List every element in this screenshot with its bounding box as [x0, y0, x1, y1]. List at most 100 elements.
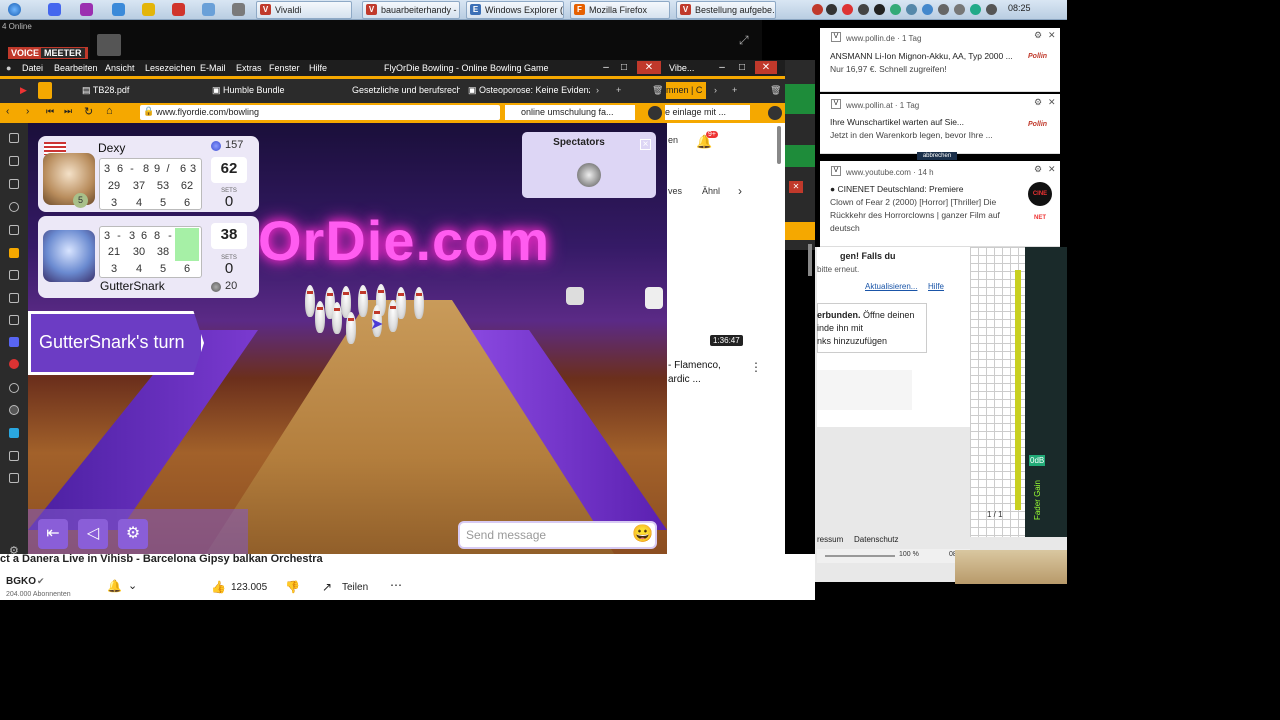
tab-osteoporose[interactable]: ▣ Osteoporose: Keine Evidenz f... [468, 82, 590, 99]
tray-icon[interactable] [890, 4, 901, 15]
maximize-button[interactable]: □ [615, 61, 633, 74]
new-tab-button-2[interactable]: + [732, 82, 737, 99]
rewind-icon[interactable]: ⏮ [46, 106, 54, 117]
trash-icon-2[interactable]: 🗑 [770, 82, 781, 99]
dislike-icon[interactable]: 👎 [285, 580, 300, 594]
chip-label[interactable]: Ähnl [702, 186, 720, 196]
tab-humble[interactable]: ▣ Humble Bundle [212, 82, 322, 99]
tray-icon[interactable] [970, 4, 981, 15]
profile-icon-2[interactable] [766, 104, 784, 122]
vivaldi-panel-icon[interactable] [9, 359, 19, 369]
tray-icon[interactable] [858, 4, 869, 15]
settings-icon[interactable]: ⚙ [1034, 97, 1042, 108]
translate-icon[interactable] [9, 270, 19, 280]
close-button-2[interactable]: ✕ [755, 61, 777, 74]
minimize-button[interactable]: – [597, 61, 615, 74]
search-field-2[interactable]: e einlage mit ... [665, 105, 750, 120]
tab-scroll-right[interactable]: › [596, 82, 599, 99]
channel-name[interactable]: BGKO [6, 576, 36, 587]
vivaldi-menu-icon[interactable]: ● [6, 63, 11, 73]
sound-button[interactable]: ◁ [78, 519, 108, 549]
scrollbar[interactable] [808, 244, 812, 276]
tray-icon[interactable] [954, 4, 965, 15]
close-button[interactable]: ✕ [637, 61, 661, 74]
tray-icon[interactable] [874, 4, 885, 15]
task-bestellung[interactable]: V Bestellung aufgebe... [676, 1, 776, 19]
close-icon[interactable]: ✕ [1048, 30, 1056, 41]
tab-tb28[interactable]: ▤ TB28.pdf [82, 82, 182, 99]
downloads-icon[interactable] [9, 179, 19, 189]
menu-email[interactable]: E-Mail [200, 63, 226, 73]
youtube-tab-icon[interactable]: ▶ [20, 82, 32, 99]
bell-icon[interactable]: 🔔 [107, 579, 122, 593]
more-icon[interactable]: ⋯ [390, 578, 402, 592]
app-icon[interactable] [48, 3, 61, 16]
emoji-icon[interactable]: 😀 [632, 524, 653, 544]
reload-icon[interactable]: ↻ [84, 105, 93, 118]
expand-icon[interactable]: ⤢ [739, 33, 749, 48]
app-icon[interactable] [142, 3, 155, 16]
app-icon[interactable] [172, 3, 185, 16]
app-icon[interactable] [202, 3, 215, 16]
tray-icon[interactable] [842, 4, 853, 15]
tray-icon[interactable] [922, 4, 933, 15]
trash-icon[interactable]: 🗑 [652, 82, 663, 99]
tray-icon[interactable] [826, 4, 837, 15]
exit-button[interactable]: ⇤ [38, 519, 68, 549]
other-window-title[interactable]: Vibe... [669, 63, 694, 73]
chevron-down-icon[interactable]: ⌄ [128, 579, 137, 592]
menu-bearbeiten[interactable]: Bearbeiten [54, 63, 98, 73]
app-icon[interactable] [232, 3, 245, 16]
minimize-button-2[interactable]: – [713, 61, 731, 74]
scrollbar[interactable] [777, 126, 781, 164]
settings-icon[interactable]: ⚙ [1034, 30, 1042, 41]
fast-forward-icon[interactable]: ⏭ [64, 106, 72, 117]
add-panel-icon[interactable] [9, 473, 19, 483]
menu-extras[interactable]: Extras [236, 63, 262, 73]
tab-right[interactable]: mnen | C [666, 82, 706, 99]
video-title[interactable]: ardic ... [668, 374, 701, 385]
more-icon[interactable]: ⋮ [750, 360, 762, 374]
tray-icon[interactable] [906, 4, 917, 15]
spectator-avatar[interactable] [577, 163, 601, 187]
tab-gesetzliche[interactable]: Gesetzliche und berufsrechtli... [352, 82, 460, 99]
forward-icon[interactable]: › [26, 106, 29, 117]
mastodon-icon[interactable] [9, 337, 19, 347]
menu-lesezeichen[interactable]: Lesezeichen [145, 63, 196, 73]
profile-icon[interactable] [646, 104, 664, 122]
task-explorer[interactable]: E Windows Explorer (... [466, 1, 564, 19]
settings-icon[interactable]: ⚙ [1034, 164, 1042, 175]
panel-icon[interactable] [9, 405, 19, 415]
close-icon[interactable]: ✕ [1048, 97, 1056, 108]
fader[interactable] [1015, 270, 1021, 510]
close-icon[interactable]: ✕ [789, 181, 803, 193]
aim-cursor-icon[interactable]: ➤ [370, 314, 383, 334]
tray-icon[interactable] [986, 4, 997, 15]
history-icon[interactable] [9, 202, 19, 212]
help-link[interactable]: Hilfe [928, 282, 944, 291]
task-firefox[interactable]: F Mozilla Firefox [570, 1, 670, 19]
back-icon[interactable]: ‹ [6, 106, 9, 117]
chevron-right-icon[interactable]: › [738, 184, 742, 198]
calendar-icon[interactable] [9, 293, 19, 303]
tray-icon[interactable] [938, 4, 949, 15]
close-icon[interactable]: ✕ [1048, 164, 1056, 175]
maximize-button-2[interactable]: □ [733, 61, 751, 74]
search-field[interactable]: online umschulung fa... [505, 105, 635, 120]
home-icon[interactable]: ⌂ [106, 105, 113, 117]
chat-input[interactable]: Send message [458, 521, 657, 549]
active-tab[interactable] [38, 82, 52, 99]
share-icon[interactable]: ↗ [322, 580, 332, 594]
panel-icon[interactable] [9, 428, 19, 438]
video-title[interactable]: - Flamenco, [668, 360, 721, 371]
like-icon[interactable]: 👍 [211, 580, 226, 594]
tab-scroll-right-2[interactable]: › [714, 82, 717, 99]
refresh-link[interactable]: Aktualisieren... [865, 282, 917, 291]
app-icon[interactable] [112, 3, 125, 16]
task-bauarbeiterhandy[interactable]: Vbauarbeiterhandy - ... [362, 1, 460, 19]
impressum-link[interactable]: ressum [817, 535, 843, 544]
new-tab-button[interactable]: + [616, 82, 621, 99]
zoom-slider[interactable] [825, 555, 895, 557]
mail-icon[interactable] [9, 248, 19, 258]
panel-icon[interactable] [9, 383, 19, 393]
